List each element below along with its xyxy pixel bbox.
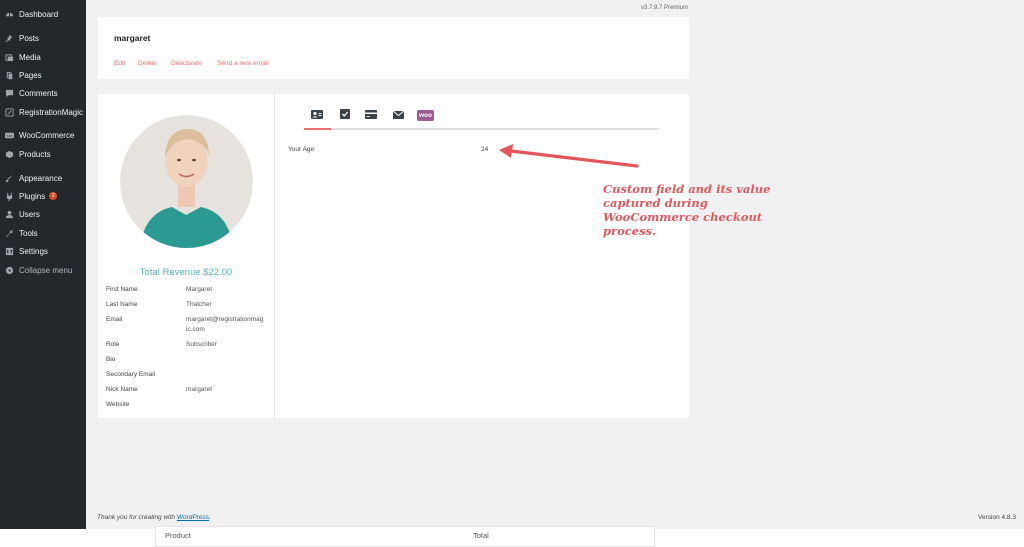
field-label-nick-name: Nick Name — [106, 386, 138, 393]
tab-track — [304, 128, 659, 130]
sidebar-item-label: RegistrationMagic — [19, 107, 84, 117]
order-table-header: Product Total — [155, 526, 655, 547]
field-value-first-name: Margaret — [186, 286, 213, 293]
woo-icon: woo — [417, 110, 434, 121]
sidebar-item-appearance[interactable]: Appearance — [0, 169, 86, 187]
field-label-secondary-email: Secondary Email — [106, 371, 156, 378]
pushpin-icon — [5, 34, 14, 43]
media-icon — [5, 53, 14, 62]
field-label-last-name: Last Name — [106, 301, 138, 308]
field-value-role: Subscriber — [186, 341, 218, 348]
sidebar-item-label: Collapse menu — [19, 265, 73, 275]
field-label-bio: Bio — [106, 356, 116, 363]
plugin-icon — [5, 192, 14, 201]
field-value-email: margaret@registrationmag ic.com — [186, 316, 264, 333]
sidebar-item-label: Appearance — [19, 173, 63, 183]
custom-field-label: Your Age — [288, 146, 315, 153]
dashboard-icon — [5, 10, 14, 19]
field-label-website: Website — [106, 401, 130, 408]
wordpress-link[interactable]: WordPress — [177, 514, 209, 521]
brush-icon — [5, 174, 14, 183]
tab-checkbox[interactable] — [340, 106, 350, 124]
sidebar-item-posts[interactable]: Posts — [0, 29, 86, 47]
tab-woocommerce[interactable]: woo — [417, 104, 434, 122]
envelope-icon — [392, 106, 405, 123]
sidebar-item-comments[interactable]: Comments — [0, 84, 86, 102]
sidebar-item-label: Plugins — [19, 191, 46, 201]
total-revenue: Total Revenue $22.00 — [139, 267, 233, 278]
tab-active-indicator — [304, 128, 331, 130]
collapse-icon — [5, 266, 14, 275]
delete-link[interactable]: Delete — [138, 60, 157, 67]
annotation-arrow — [499, 144, 639, 168]
avatar — [120, 115, 253, 248]
profile-card-icon — [311, 106, 323, 123]
sidebar-item-label: Dashboard — [19, 9, 59, 19]
sidebar-item-dashboard[interactable]: Dashboard — [0, 5, 86, 23]
sidebar-item-plugins[interactable]: Plugins 2 — [0, 187, 86, 205]
sidebar-item-label: Media — [19, 52, 41, 62]
sidebar-item-products[interactable]: Products — [0, 145, 86, 163]
field-label-role: Role — [106, 341, 120, 348]
sidebar-item-woocommerce[interactable]: woo WooCommerce — [0, 126, 86, 144]
tab-profile[interactable] — [311, 106, 323, 124]
edit-link[interactable]: Edit — [114, 60, 125, 67]
sidebar-item-label: Comments — [19, 88, 58, 98]
field-value-nick-name: margaret — [186, 386, 213, 393]
sidebar-item-label: Products — [19, 149, 51, 159]
tab-email[interactable] — [392, 106, 405, 124]
registrationmagic-icon — [5, 107, 14, 117]
sidebar-item-settings[interactable]: Settings — [0, 242, 86, 260]
deactivate-link[interactable]: Deactivate — [171, 60, 202, 67]
annotation-text: Custom field and its value captured duri… — [603, 182, 771, 238]
sidebar-item-label: Pages — [19, 70, 42, 80]
user-header-card — [98, 17, 689, 79]
products-icon — [5, 150, 14, 159]
custom-field-value: 24 — [481, 146, 489, 153]
pages-icon — [5, 71, 14, 80]
tab-payments[interactable] — [365, 106, 377, 124]
plugin-version: v3.7.9.7 Premium — [641, 5, 689, 11]
table-header-total: Total — [473, 531, 489, 540]
sidebar-collapse-menu[interactable]: Collapse menu — [0, 261, 86, 279]
sidebar-item-label: Posts — [19, 33, 40, 43]
page-title: margaret — [114, 33, 151, 43]
sidebar-item-label: Settings — [19, 246, 48, 256]
sidebar-item-media[interactable]: Media — [0, 48, 86, 66]
sidebar-item-pages[interactable]: Pages — [0, 66, 86, 84]
wp-version: Version 4.8.3 — [978, 514, 1016, 521]
sidebar-item-label: WooCommerce — [19, 130, 75, 140]
footer-thanks: Thank you for creating with WordPress. — [97, 514, 211, 521]
footer-thanks-suffix: . — [209, 514, 211, 521]
field-label-email: Email — [106, 316, 123, 323]
table-header-product: Product — [165, 531, 191, 540]
sidebar-item-registrationmagic[interactable]: RegistrationMagic — [0, 103, 86, 121]
sidebar-item-tools[interactable]: Tools — [0, 224, 86, 242]
wrench-icon — [5, 229, 14, 238]
plugins-update-badge: 2 — [49, 192, 58, 200]
footer-thanks-prefix: Thank you for creating with — [97, 514, 177, 521]
sidebar-item-label: Users — [19, 209, 40, 219]
svg-text:woo: woo — [7, 133, 13, 137]
credit-card-icon — [365, 106, 377, 123]
admin-sidebar: Dashboard Posts Media Pages Comments Reg… — [0, 0, 86, 529]
comment-icon — [5, 89, 14, 98]
woocommerce-icon: woo — [5, 131, 14, 140]
settings-icon — [5, 247, 14, 256]
user-icon — [5, 210, 14, 219]
send-email-link[interactable]: Send a new email — [217, 60, 269, 67]
field-value-last-name: Thatcher — [186, 301, 212, 308]
field-label-first-name: First Name — [106, 286, 138, 293]
sidebar-item-label: Tools — [19, 228, 38, 238]
checkbox-icon — [340, 106, 350, 123]
sidebar-item-users[interactable]: Users — [0, 205, 86, 223]
